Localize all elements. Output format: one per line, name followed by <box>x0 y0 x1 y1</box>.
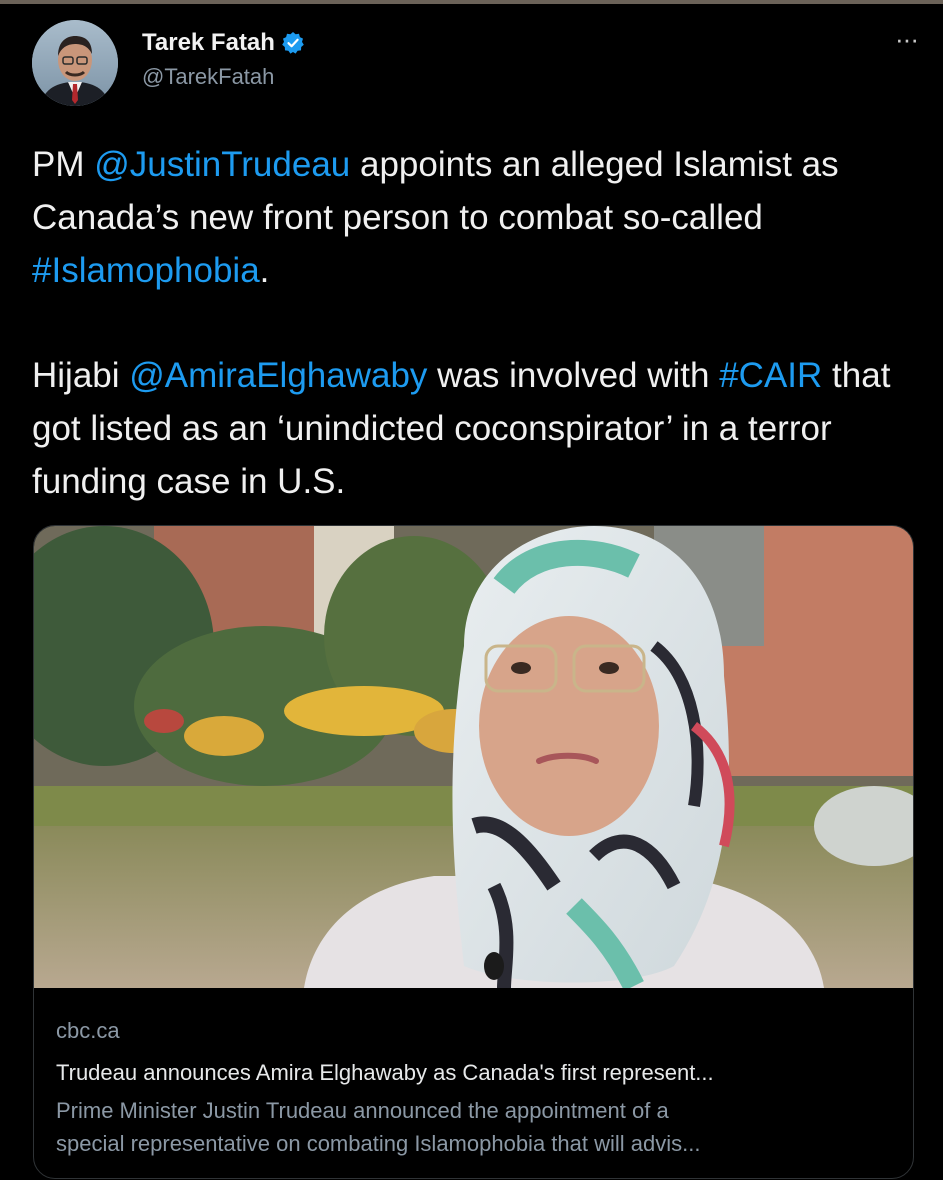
top-edge <box>0 0 943 4</box>
mention-justintrudeau[interactable]: @JustinTrudeau <box>94 145 350 184</box>
card-photo <box>34 526 913 988</box>
avatar-image <box>32 20 118 106</box>
text-segment: . <box>259 251 270 290</box>
text-segment: Hijabi <box>32 356 130 395</box>
more-options-icon[interactable]: ··· <box>895 26 919 52</box>
author-name-row: Tarek Fatah <box>142 28 305 58</box>
link-preview-card[interactable]: cbc.ca Trudeau announces Amira Elghawaby… <box>33 525 914 1179</box>
author-handle[interactable]: @TarekFatah <box>142 64 305 90</box>
avatar[interactable] <box>32 20 118 106</box>
hashtag-islamophobia[interactable]: #Islamophobia <box>32 251 260 290</box>
card-title[interactable]: Trudeau announces Amira Elghawaby as Can… <box>56 1060 896 1090</box>
tweet-header: Tarek Fatah @TarekFatah ··· <box>30 20 920 110</box>
card-image[interactable] <box>34 526 913 988</box>
hashtag-cair[interactable]: #CAIR <box>719 356 822 395</box>
tweet-paragraph-1: PM @JustinTrudeau appoints an alleged Is… <box>32 138 922 297</box>
verified-badge-icon <box>281 31 305 55</box>
card-description-line-1: Prime Minister Justin Trudeau announced … <box>56 1098 669 1123</box>
author-name[interactable]: Tarek Fatah <box>142 29 275 57</box>
text-segment: PM <box>32 145 95 184</box>
card-description: Prime Minister Justin Trudeau announced … <box>56 1094 896 1160</box>
tweet-paragraph-2: Hijabi @AmiraElghawaby was involved with… <box>32 349 922 508</box>
card-meta: cbc.ca Trudeau announces Amira Elghawaby… <box>56 1018 896 1160</box>
author-block: Tarek Fatah @TarekFatah <box>142 28 305 90</box>
mention-amiraelghawaby[interactable]: @AmiraElghawaby <box>129 356 427 395</box>
card-domain: cbc.ca <box>56 1018 120 1043</box>
card-description-line-2: special representative on combating Isla… <box>56 1131 701 1156</box>
tweet-text: PM @JustinTrudeau appoints an alleged Is… <box>32 138 922 508</box>
text-segment: was involved with <box>427 356 720 395</box>
